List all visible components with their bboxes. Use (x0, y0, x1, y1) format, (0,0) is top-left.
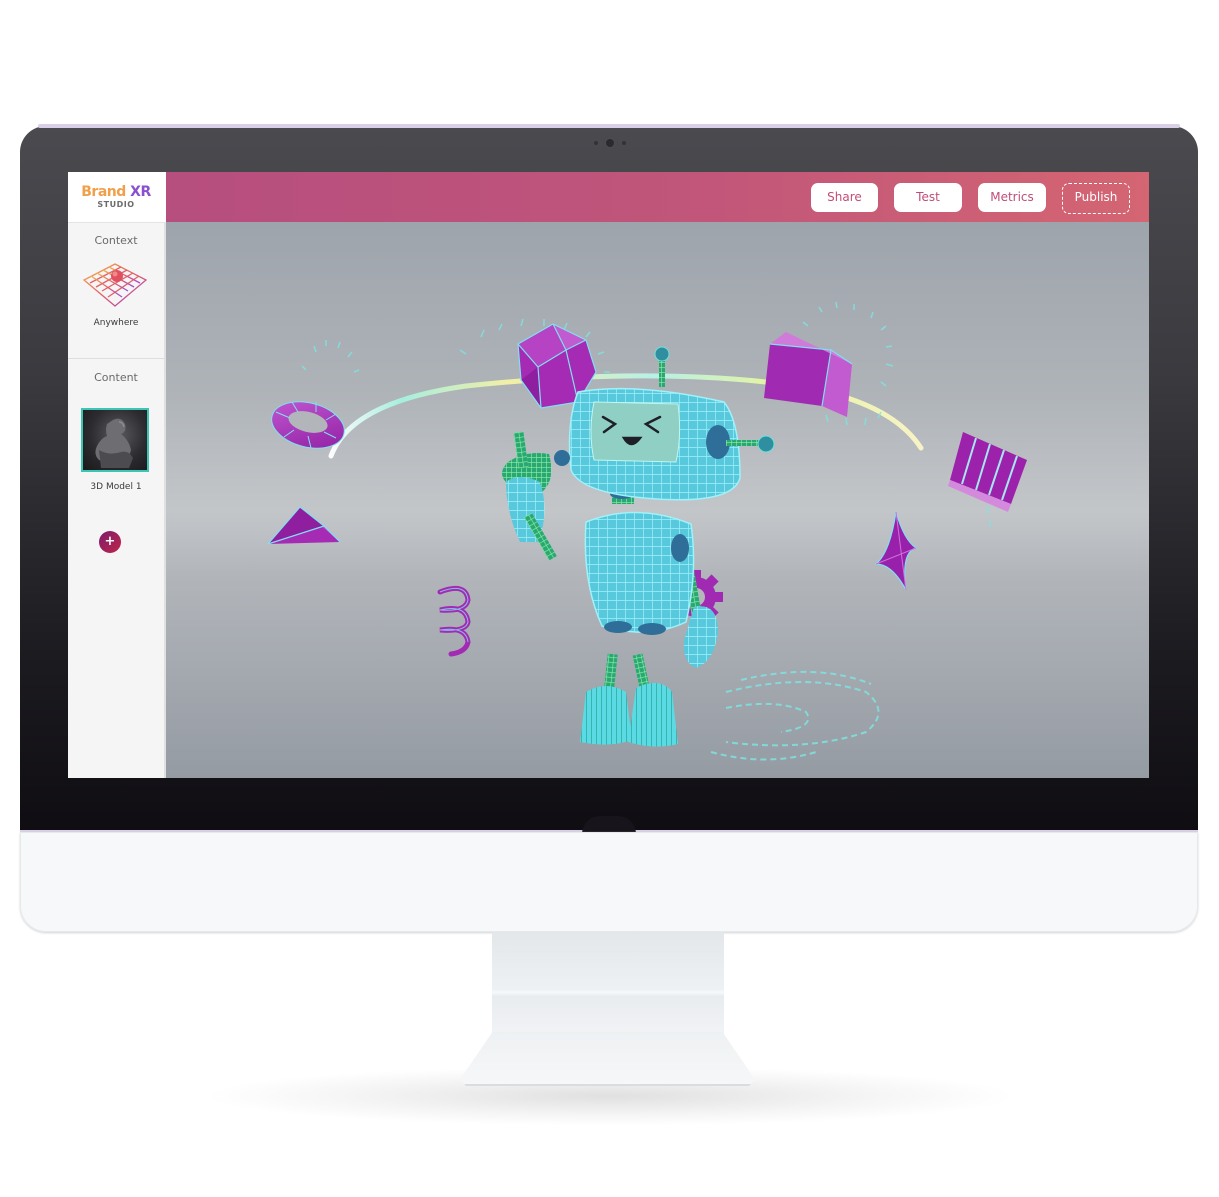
logo-brand: Brand XR (68, 184, 164, 200)
add-content-button[interactable]: + (99, 531, 121, 553)
content-item-label[interactable]: 3D Model 1 (68, 482, 164, 492)
striped-box-shape (948, 432, 1027, 512)
logo[interactable]: Brand XR STUDIO (68, 172, 166, 223)
grid-plane-icon[interactable] (80, 260, 150, 310)
camera-icon (606, 139, 614, 147)
thinker-statue-icon (95, 418, 133, 468)
app-screen: Brand XR STUDIO Context Anywhere Content… (68, 172, 1149, 778)
sensor-icon (594, 141, 598, 145)
top-toolbar: Share Test Metrics Publish (166, 172, 1149, 222)
content-item-thumbnail[interactable] (81, 408, 149, 472)
3d-viewport[interactable] (166, 222, 1149, 778)
content-heading: Content (94, 371, 138, 384)
ground-ripples (710, 670, 880, 761)
logo-subtitle: STUDIO (97, 200, 135, 209)
tetrahedron-shape (267, 506, 341, 545)
bezel-rim (38, 124, 1180, 128)
star-shape (874, 511, 918, 591)
context-heading: Context (94, 234, 138, 247)
share-button[interactable]: Share (811, 183, 878, 212)
sensor-icon (622, 141, 626, 145)
cube-shape (764, 332, 853, 417)
sidebar-divider (68, 358, 164, 359)
test-button[interactable]: Test (894, 183, 962, 212)
scene-canvas[interactable] (166, 222, 1149, 778)
monitor-stand (460, 932, 755, 1087)
stand-neck (492, 932, 724, 1036)
publish-button[interactable]: Publish (1062, 183, 1130, 214)
metrics-button[interactable]: Metrics (978, 183, 1046, 212)
monitor-chin (20, 832, 1198, 932)
logo-brand-text: Brand (81, 184, 126, 200)
logo-xr-text: XR (130, 184, 151, 200)
stand-foot (460, 1032, 755, 1086)
sidebar: Brand XR STUDIO Context Anywhere Content… (68, 172, 166, 778)
context-item-anywhere[interactable]: Anywhere (68, 318, 164, 328)
spring-shape (437, 585, 471, 657)
